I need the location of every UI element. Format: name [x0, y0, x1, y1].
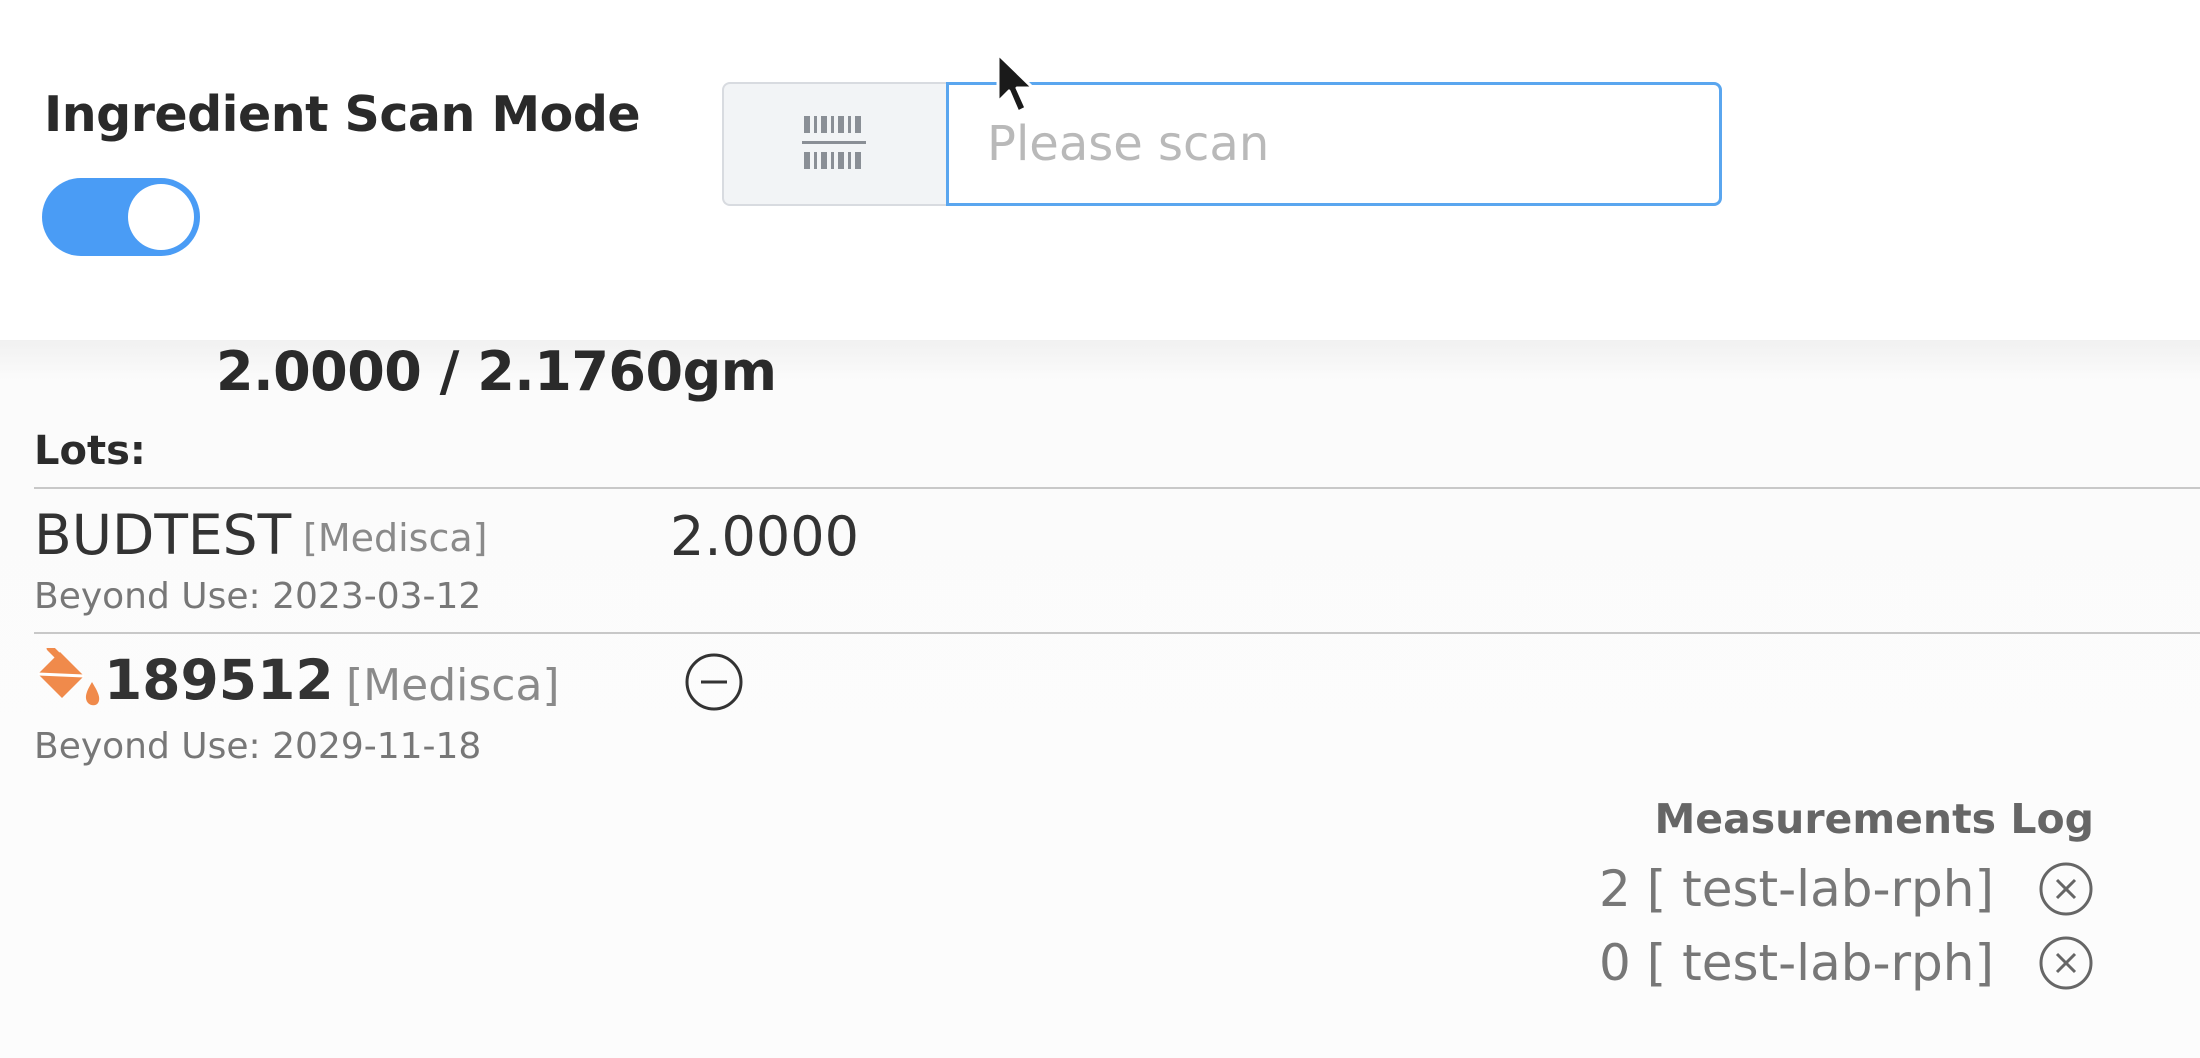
log-entry-text: 0 [ test-lab-rph] [1599, 934, 1994, 992]
log-entry-text: 2 [ test-lab-rph] [1599, 860, 1994, 918]
mouse-cursor-icon [996, 52, 1035, 114]
lot-supplier: [Medisca] [303, 516, 488, 560]
lots-heading: Lots: [34, 428, 146, 474]
log-entry: 0 [ test-lab-rph] [1599, 934, 2094, 992]
remove-measurement-icon[interactable] [2038, 861, 2094, 917]
divider [34, 632, 2200, 634]
scan-mode-toggle[interactable] [42, 178, 200, 256]
toggle-knob [128, 184, 194, 250]
lot-beyond-use: Beyond Use: 2029-11-18 [34, 726, 482, 767]
barcode-addon [722, 82, 946, 206]
log-entry: 2 [ test-lab-rph] [1599, 860, 2094, 918]
lot-name: 189512 [104, 648, 334, 712]
scan-input-group [722, 82, 1722, 206]
scan-mode-label: Ingredient Scan Mode [44, 86, 641, 143]
divider [34, 487, 2200, 489]
lot-name: BUDTEST [34, 503, 292, 567]
ingredient-quantity: 2.0000 / 2.1760gm [216, 340, 777, 403]
barcode-icon [802, 116, 866, 169]
ingredient-scan-page: Ingredient Scan Mode Please scan 2.0000 … [0, 0, 2200, 1058]
paint-bucket-icon [37, 648, 100, 706]
scan-input[interactable] [946, 82, 1722, 206]
remove-lot-button[interactable] [684, 652, 744, 712]
lot-quantity: 2.0000 [670, 505, 859, 568]
lot-supplier: [Medisca] [346, 660, 560, 711]
remove-measurement-icon[interactable] [2038, 935, 2094, 991]
lot-beyond-use: Beyond Use: 2023-03-12 [34, 576, 482, 617]
measurements-log-title: Measurements Log [1654, 795, 2094, 843]
